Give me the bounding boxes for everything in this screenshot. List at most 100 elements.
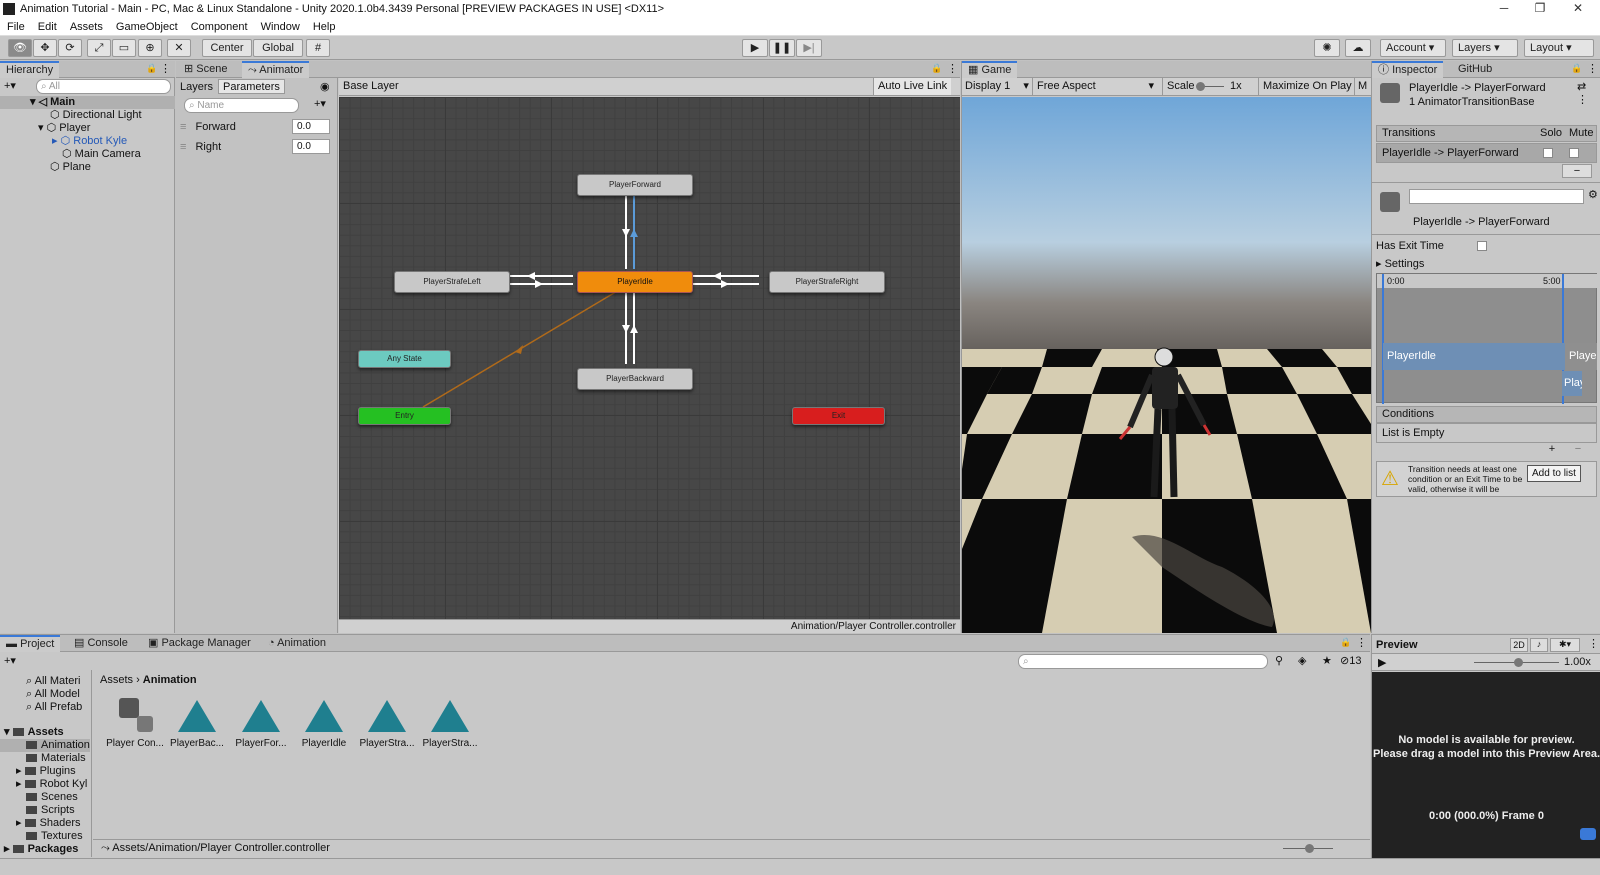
- menu-dots-icon[interactable]: ⋮: [1588, 637, 1599, 650]
- auto-live-link-button[interactable]: Auto Live Link: [873, 78, 952, 95]
- preview-play-icon[interactable]: ▶: [1378, 656, 1386, 669]
- tab-scene[interactable]: ⊞ Scene: [178, 61, 233, 78]
- transition-name-input[interactable]: [1409, 189, 1584, 204]
- gear-icon[interactable]: ⚙: [1588, 188, 1598, 201]
- state-any-state[interactable]: Any State: [358, 350, 451, 368]
- clip-bar-blend[interactable]: Play: [1562, 371, 1582, 396]
- create-icon[interactable]: +▾: [4, 654, 16, 667]
- layout-dropdown[interactable]: Layout ▾: [1524, 39, 1594, 57]
- icon-size-slider-thumb[interactable]: [1305, 844, 1314, 853]
- drag-handle-icon[interactable]: ≡: [180, 121, 186, 133]
- layers-dropdown[interactable]: Layers ▾: [1452, 39, 1518, 57]
- menu-edit[interactable]: Edit: [38, 19, 57, 36]
- pause-icon[interactable]: ❚❚: [769, 39, 795, 57]
- preview-tag-icon[interactable]: [1580, 828, 1596, 840]
- animator-graph[interactable]: PlayerForward PlayerStrafeLeft PlayerIdl…: [339, 97, 960, 619]
- favorite-icon[interactable]: ★: [1322, 654, 1332, 667]
- settings-icon[interactable]: ⇄ ⋮: [1577, 80, 1600, 106]
- game-viewport[interactable]: [962, 97, 1371, 633]
- drag-handle-icon[interactable]: ≡: [180, 141, 186, 153]
- pivot-icon[interactable]: ♪: [1530, 638, 1548, 652]
- has-exit-time-checkbox[interactable]: [1477, 241, 1487, 251]
- tab-package-manager[interactable]: ▣ Package Manager: [142, 635, 257, 652]
- asset-tile[interactable]: PlayerStra...: [357, 696, 417, 749]
- asset-tile[interactable]: PlayerIdle: [294, 696, 354, 749]
- tree-item[interactable]: Textures: [26, 830, 83, 843]
- state-player-strafe-left[interactable]: PlayerStrafeLeft: [394, 271, 510, 293]
- tree-item[interactable]: Materials: [26, 752, 86, 765]
- tab-parameters[interactable]: Parameters: [218, 79, 285, 94]
- tab-project[interactable]: ▬ Project: [0, 635, 61, 652]
- favorite-item[interactable]: ⌕ All Prefab: [26, 701, 82, 714]
- tree-item[interactable]: Animation: [0, 739, 90, 752]
- tree-packages[interactable]: ▸ Packages: [4, 843, 78, 856]
- hierarchy-item[interactable]: ⬡ Plane: [50, 161, 91, 174]
- remove-condition-button[interactable]: −: [1566, 443, 1590, 457]
- account-dropdown[interactable]: Account ▾: [1380, 39, 1446, 57]
- transition-list-item[interactable]: PlayerIdle -> PlayerForward: [1376, 143, 1597, 163]
- tab-inspector[interactable]: ⓘ Inspector: [1372, 61, 1444, 78]
- state-player-strafe-right[interactable]: PlayerStrafeRight: [769, 271, 885, 293]
- add-condition-button[interactable]: +: [1540, 443, 1564, 457]
- grid-snap-icon[interactable]: #: [306, 39, 330, 57]
- hierarchy-item[interactable]: ⬡ Directional Light: [50, 109, 142, 122]
- lock-icon[interactable]: 🔒: [931, 63, 942, 74]
- tree-item[interactable]: ▸ Plugins: [16, 765, 76, 778]
- menu-assets[interactable]: Assets: [70, 19, 103, 36]
- tab-animation[interactable]: ◔ Animation: [262, 635, 332, 652]
- menu-dots-icon[interactable]: ⋮: [947, 62, 958, 75]
- hidden-count[interactable]: ⊘13: [1340, 654, 1361, 667]
- mute-checkbox[interactable]: [1569, 148, 1579, 158]
- tab-github[interactable]: GitHub: [1452, 61, 1498, 78]
- menu-dots-icon[interactable]: ⋮: [1356, 636, 1367, 649]
- step-icon[interactable]: ▶|: [796, 39, 822, 57]
- scale-tool-icon[interactable]: ⤢: [87, 39, 111, 57]
- add-icon[interactable]: +▾: [4, 79, 16, 92]
- preview-2d-toggle[interactable]: 2D: [1510, 638, 1528, 652]
- menu-gameobject[interactable]: GameObject: [116, 19, 178, 36]
- asset-tile[interactable]: PlayerStra...: [420, 696, 480, 749]
- tree-root[interactable]: ▾ Assets: [4, 726, 64, 739]
- parameter-value-input[interactable]: 0.0: [292, 139, 330, 154]
- lock-icon[interactable]: 🔒: [1340, 637, 1351, 648]
- scale-slider-thumb[interactable]: [1196, 82, 1205, 91]
- remove-transition-button[interactable]: −: [1562, 164, 1592, 178]
- display-dropdown[interactable]: Display 1 ▾: [965, 78, 1029, 95]
- asset-tile[interactable]: PlayerFor...: [231, 696, 291, 749]
- parameter-value-input[interactable]: 0.0: [292, 119, 330, 134]
- filter-label-icon[interactable]: ◈: [1298, 654, 1306, 667]
- close-button[interactable]: ✕: [1558, 1, 1598, 18]
- state-player-idle[interactable]: PlayerIdle: [577, 271, 693, 293]
- move-tool-icon[interactable]: ✥: [33, 39, 57, 57]
- view-tool-icon[interactable]: 👁: [8, 39, 32, 57]
- add-parameter-icon[interactable]: +▾: [314, 97, 326, 110]
- tab-layers[interactable]: Layers: [180, 80, 213, 94]
- custom-tool-icon[interactable]: ✕: [167, 39, 191, 57]
- state-entry[interactable]: Entry: [358, 407, 451, 425]
- asset-tile[interactable]: PlayerBac...: [167, 696, 227, 749]
- menu-dots-icon[interactable]: ⋮: [1587, 62, 1598, 75]
- play-icon[interactable]: ▶: [742, 39, 768, 57]
- menu-help[interactable]: Help: [313, 19, 336, 36]
- preview-area[interactable]: No model is available for preview. Pleas…: [1372, 672, 1600, 859]
- rotate-tool-icon[interactable]: ⟳: [58, 39, 82, 57]
- state-exit[interactable]: Exit: [792, 407, 885, 425]
- state-player-backward[interactable]: PlayerBackward: [577, 368, 693, 390]
- clip-bar-next[interactable]: Playe: [1565, 343, 1597, 370]
- asset-tile[interactable]: Player Con...: [105, 696, 165, 749]
- mute-audio-toggle[interactable]: M: [1354, 78, 1367, 95]
- solo-checkbox[interactable]: [1543, 148, 1553, 158]
- tab-game[interactable]: ▦ Game: [962, 61, 1018, 78]
- scene-row[interactable]: ▾ ◁ Main: [0, 96, 175, 109]
- hierarchy-search-input[interactable]: ⌕ All: [36, 79, 171, 94]
- menu-window[interactable]: Window: [261, 19, 300, 36]
- aspect-dropdown[interactable]: Free Aspect ▾: [1032, 78, 1158, 95]
- tree-item[interactable]: Scripts: [26, 804, 75, 817]
- rect-tool-icon[interactable]: ▭: [112, 39, 136, 57]
- menu-dots-icon[interactable]: ⋮: [160, 62, 171, 75]
- hierarchy-item[interactable]: ⬡ Main Camera: [62, 148, 141, 161]
- timeline-cursor-start[interactable]: [1382, 274, 1384, 404]
- lock-icon[interactable]: 🔒: [146, 63, 157, 74]
- cloud-icon[interactable]: ☁: [1345, 39, 1371, 57]
- parameter-search-input[interactable]: ⌕ Name: [184, 98, 299, 113]
